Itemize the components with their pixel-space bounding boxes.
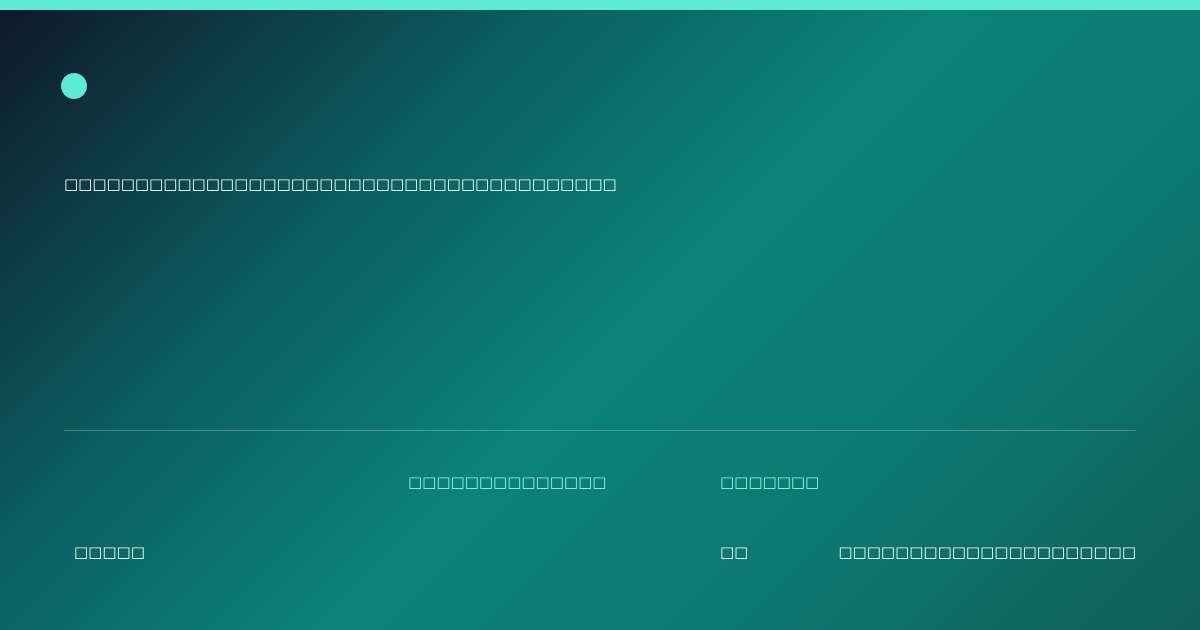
- footer-value-far-right: □□□□□□□□□□□□□□□□□□□□□: [838, 543, 1136, 561]
- headline-text: □□□□□□□□□□□□□□□□□□□□□□□□□□□□□□□□□□□□□□□: [64, 175, 617, 193]
- brand-dot-icon: [61, 73, 87, 99]
- footer-divider: [64, 430, 1136, 431]
- top-accent-bar: [0, 0, 1200, 10]
- footer-value-center-right: □□: [720, 543, 749, 561]
- footer-value-left: □□□□□: [74, 543, 145, 561]
- footer-label-center: □□□□□□□□□□□□□□: [408, 473, 607, 491]
- footer-label-right: □□□□□□□: [720, 473, 820, 491]
